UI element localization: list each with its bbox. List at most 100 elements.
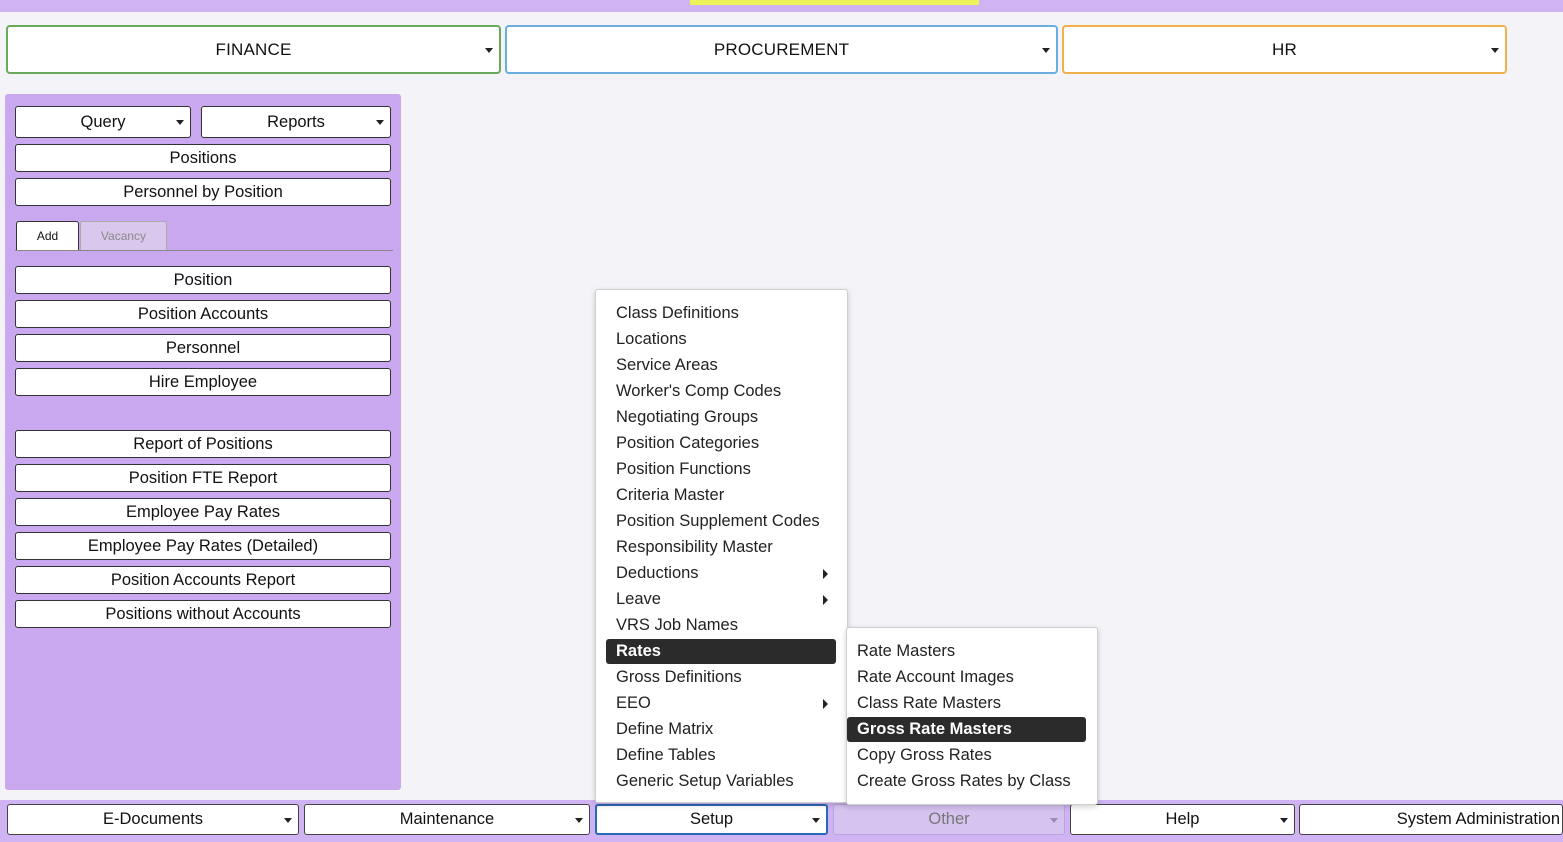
menu-item-responsibility-master[interactable]: Responsibility Master [606, 535, 836, 560]
report-of-positions-button[interactable]: Report of Positions [15, 430, 391, 458]
module-label: HR [1272, 39, 1297, 59]
system-administration-menu-button[interactable]: System Administration [1299, 804, 1563, 835]
reports-dropdown[interactable]: Reports [201, 106, 391, 138]
add-position-accounts-button[interactable]: Position Accounts [15, 300, 391, 328]
chevron-down-icon [176, 120, 184, 125]
maintenance-menu-button[interactable]: Maintenance [304, 804, 590, 835]
chevron-down-icon [376, 120, 384, 125]
nav-label: Other [928, 810, 970, 828]
positions-button[interactable]: Positions [15, 144, 391, 172]
menu-item-label: EEO [616, 694, 651, 712]
employee-pay-rates-button[interactable]: Employee Pay Rates [15, 498, 391, 526]
menu-item-label: Create Gross Rates by Class [857, 772, 1071, 790]
nav-label: Setup [689, 810, 734, 828]
position-fte-report-button[interactable]: Position FTE Report [15, 464, 391, 492]
menu-item-class-rate-masters[interactable]: Class Rate Masters [847, 691, 1086, 716]
menu-item-workers-comp-codes[interactable]: Worker's Comp Codes [606, 379, 836, 404]
menu-item-deductions[interactable]: Deductions [606, 561, 836, 586]
menu-item-position-functions[interactable]: Position Functions [606, 457, 836, 482]
button-label: Report of Positions [133, 434, 273, 453]
button-label: Positions without Accounts [105, 604, 301, 623]
menu-item-label: Gross Rate Masters [857, 720, 1012, 738]
menu-item-generic-setup-variables[interactable]: Generic Setup Variables [606, 769, 836, 794]
menu-item-rate-masters[interactable]: Rate Masters [847, 639, 1086, 664]
menu-item-label: Leave [616, 590, 661, 608]
button-label: Position Accounts [137, 304, 269, 323]
button-label: Position [173, 270, 233, 289]
tab-vacancy[interactable]: Vacancy [80, 221, 167, 250]
reports-label: Reports [267, 112, 325, 131]
menu-item-eeo[interactable]: EEO [606, 691, 836, 716]
nav-label: System Administration [1396, 810, 1560, 828]
tabs-divider [15, 250, 393, 251]
menu-item-copy-gross-rates[interactable]: Copy Gross Rates [847, 743, 1086, 768]
sidebar: Query Reports Positions Personnel by Pos… [5, 94, 401, 790]
menu-item-gross-definitions[interactable]: Gross Definitions [606, 665, 836, 690]
menu-item-label: Deductions [616, 564, 699, 582]
positions-label: Positions [169, 148, 237, 167]
nav-label: E-Documents [103, 810, 203, 828]
menu-item-class-definitions[interactable]: Class Definitions [606, 301, 836, 326]
add-personnel-button[interactable]: Personnel [15, 334, 391, 362]
menu-item-label: Rates [616, 642, 661, 660]
chevron-right-icon [823, 698, 828, 709]
module-select-hr[interactable]: HR [1062, 25, 1507, 74]
nav-label: Help [1165, 810, 1200, 828]
add-position-button[interactable]: Position [15, 266, 391, 294]
menu-item-label: Copy Gross Rates [857, 746, 992, 764]
help-menu-button[interactable]: Help [1070, 804, 1295, 835]
menu-item-service-areas[interactable]: Service Areas [606, 353, 836, 378]
chevron-down-icon [485, 47, 493, 53]
other-menu-button[interactable]: Other [833, 804, 1065, 835]
module-select-finance[interactable]: FINANCE [6, 25, 501, 74]
menu-item-label: Rate Account Images [857, 668, 1014, 686]
button-label: Position Accounts Report [110, 570, 296, 589]
setup-menu-button[interactable]: Setup [595, 804, 828, 835]
query-dropdown[interactable]: Query [15, 106, 191, 138]
menu-item-label: Position Categories [616, 434, 760, 452]
menu-item-position-categories[interactable]: Position Categories [606, 431, 836, 456]
personnel-by-position-button[interactable]: Personnel by Position [15, 178, 391, 206]
menu-item-label: Define Matrix [616, 720, 714, 738]
menu-item-define-matrix[interactable]: Define Matrix [606, 717, 836, 742]
button-label: Personnel [165, 338, 241, 357]
menu-item-define-tables[interactable]: Define Tables [606, 743, 836, 768]
query-label: Query [80, 112, 126, 131]
menu-item-vrs-job-names[interactable]: VRS Job Names [606, 613, 836, 638]
menu-item-rate-account-images[interactable]: Rate Account Images [847, 665, 1086, 690]
personnel-by-position-label: Personnel by Position [123, 182, 283, 201]
menu-item-criteria-master[interactable]: Criteria Master [606, 483, 836, 508]
hire-employee-button[interactable]: Hire Employee [15, 368, 391, 396]
menu-item-locations[interactable]: Locations [606, 327, 836, 352]
top-bar-accent [690, 0, 979, 5]
menu-item-label: Generic Setup Variables [616, 772, 794, 790]
menu-item-label: Class Definitions [616, 304, 739, 322]
menu-item-rates[interactable]: Rates [606, 639, 836, 664]
top-bar [0, 0, 1563, 12]
menu-item-leave[interactable]: Leave [606, 587, 836, 612]
module-label: PROCUREMENT [713, 39, 850, 59]
chevron-down-icon [812, 817, 820, 823]
employee-pay-rates-detailed-button[interactable]: Employee Pay Rates (Detailed) [15, 532, 391, 560]
e-documents-menu-button[interactable]: E-Documents [7, 804, 299, 835]
button-label: Position FTE Report [128, 468, 278, 487]
setup-dropdown-menu: Class Definitions Locations Service Area… [595, 289, 848, 803]
menu-item-label: Negotiating Groups [616, 408, 759, 426]
tab-add[interactable]: Add [16, 221, 79, 250]
menu-item-create-gross-rates-by-class[interactable]: Create Gross Rates by Class [847, 769, 1086, 794]
module-select-procurement[interactable]: PROCUREMENT [505, 25, 1058, 74]
chevron-right-icon [823, 568, 828, 579]
menu-item-label: Worker's Comp Codes [616, 382, 782, 400]
chevron-right-icon [823, 594, 828, 605]
menu-item-label: Position Functions [616, 460, 751, 478]
menu-item-negotiating-groups[interactable]: Negotiating Groups [606, 405, 836, 430]
module-label: FINANCE [215, 39, 292, 59]
positions-without-accounts-button[interactable]: Positions without Accounts [15, 600, 391, 628]
position-accounts-report-button[interactable]: Position Accounts Report [15, 566, 391, 594]
chevron-down-icon [284, 817, 292, 823]
menu-item-gross-rate-masters[interactable]: Gross Rate Masters [847, 717, 1086, 742]
menu-item-position-supplement-codes[interactable]: Position Supplement Codes [606, 509, 836, 534]
menu-item-label: VRS Job Names [616, 616, 738, 634]
button-label: Employee Pay Rates (Detailed) [87, 536, 319, 555]
rates-submenu: Rate Masters Rate Account Images Class R… [846, 627, 1098, 805]
